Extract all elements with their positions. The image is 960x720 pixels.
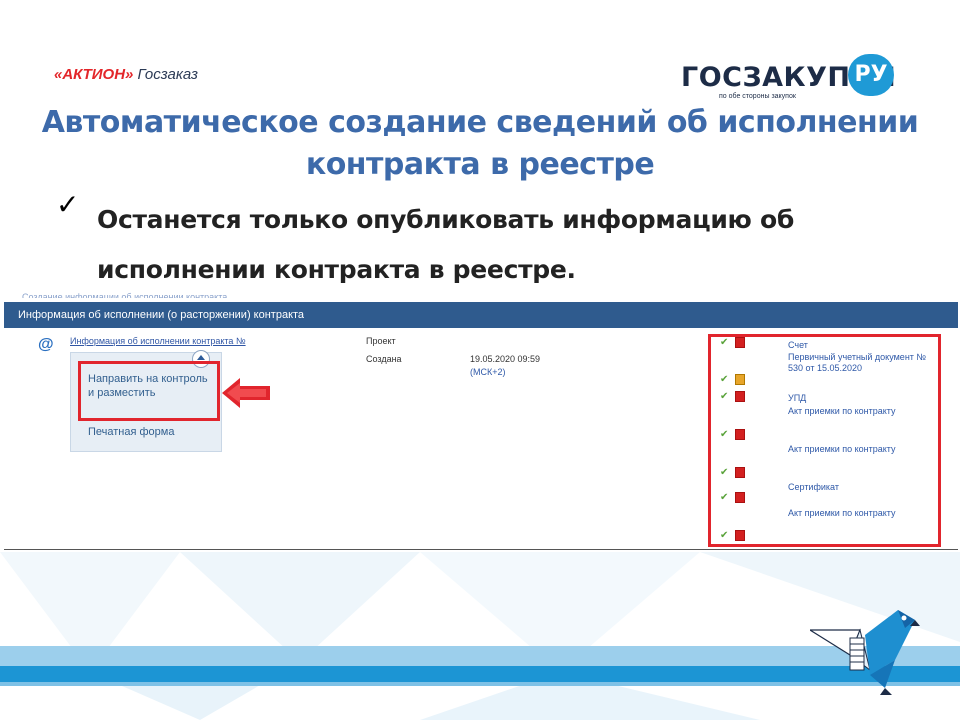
- breadcrumb[interactable]: Создание информации об исполнении контра…: [22, 292, 227, 298]
- divider: [4, 549, 958, 550]
- section-header-bar: Информация об исполнении (о расторжении)…: [4, 302, 958, 328]
- goszakaz-text: Госзаказ: [137, 66, 198, 83]
- goszakupki-tagline: по обе стороны закупок: [719, 93, 796, 100]
- contract-info-link[interactable]: Информация об исполнении контракта №: [70, 336, 246, 346]
- bullet-text: Останется только опубликовать информацию…: [97, 195, 897, 295]
- red-pointer-arrow-icon: [222, 378, 270, 408]
- highlight-frame-documents: [708, 334, 941, 547]
- email-at-icon: @: [38, 336, 54, 353]
- aktion-goszakaz-logo: «АКТИОН» Госзаказ: [54, 66, 198, 83]
- slide-title-line2: контракта в реестре: [305, 147, 655, 182]
- aktion-brand-text: «АКТИОН»: [54, 66, 134, 83]
- slide-title: Автоматическое создание сведений об испо…: [40, 102, 920, 186]
- goszakupki-logo: ГОСЗАКУПКИ РУ по обе стороны закупок: [681, 54, 901, 100]
- created-date: 19.05.2020 09:59: [470, 354, 541, 364]
- slide-title-line1: Автоматическое создание сведений об испо…: [41, 105, 919, 140]
- status-value: Проект: [366, 336, 396, 346]
- bullet-line2: исполнении контракта в реестре.: [97, 255, 576, 284]
- embedded-screenshot: Создание информации об исполнении контра…: [4, 292, 958, 552]
- highlight-frame-menu: [78, 361, 220, 421]
- bird-mascot-icon: [810, 610, 920, 695]
- ru-badge: РУ: [848, 54, 894, 96]
- created-label: Создана: [366, 354, 402, 364]
- bullet-line1: Останется только опубликовать информацию…: [97, 205, 794, 234]
- checkmark-icon: ✓: [56, 189, 80, 220]
- print-form-menu-item[interactable]: Печатная форма: [88, 426, 174, 438]
- timezone-label: (МСК+2): [470, 367, 506, 377]
